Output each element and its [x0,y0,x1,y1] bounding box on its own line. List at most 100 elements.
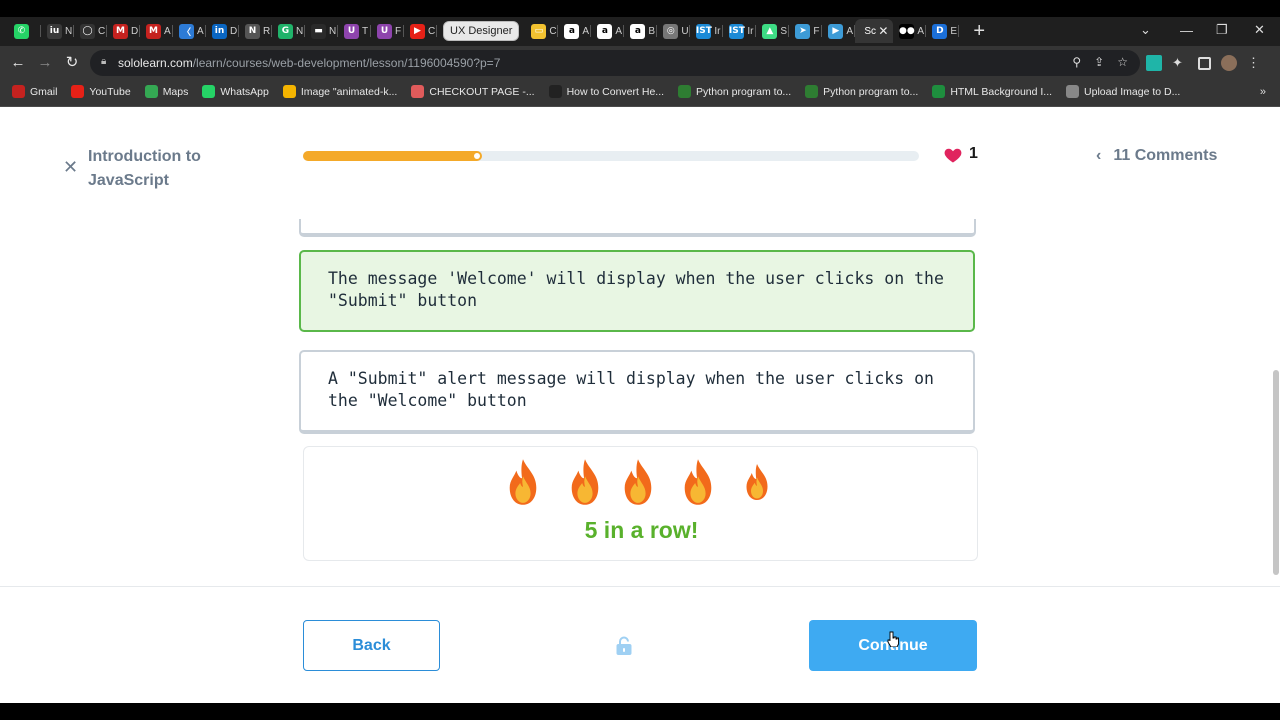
tab-title: A [615,25,623,37]
bookmark-item[interactable]: HTML Background I... [932,85,1052,98]
bookmark-item[interactable]: Python program to... [805,85,918,98]
heart-icon [944,148,962,163]
tab-favicon-icon: ▲ [762,23,778,39]
browser-tab[interactable]: ◎ U [657,19,691,43]
bookmark-item[interactable]: Upload Image to D... [1066,85,1180,98]
tab-favicon-icon: in [212,23,227,39]
bookmark-item[interactable]: Gmail [12,85,57,98]
browser-tab[interactable]: GN [272,19,305,43]
bookmark-item[interactable]: CHECKOUT PAGE -... [411,85,535,98]
bookmark-favicon-icon [678,85,692,98]
lesson-progress-fill [303,151,482,161]
restore-icon[interactable]: ❐ [1216,19,1228,41]
more-bookmarks-icon[interactable]: » [1260,86,1266,98]
tab-favicon-icon: a [564,23,580,39]
tab-favicon-icon: U [377,23,392,39]
back-arrow-icon[interactable]: ← [8,53,28,73]
window-close-icon[interactable]: ✕ [1254,19,1265,41]
extensions-puzzle-icon[interactable]: ✦ [1172,55,1188,71]
url-text: sololearn.com/learn/courses/web-developm… [118,56,501,70]
browser-tab[interactable]: DE [926,19,960,43]
comments-label: 11 Comments [1113,147,1218,164]
browser-tab[interactable]: NR [239,19,272,43]
browser-tab[interactable]: MD [107,19,140,43]
browser-tab[interactable]: ▲ S [756,19,790,43]
zoom-icon[interactable]: ⚲ [1072,55,1081,69]
tab-favicon-icon: iu [47,23,62,39]
page-scrollbar[interactable] [1272,107,1280,703]
back-button[interactable]: Back [303,620,440,671]
streak-label: 5 in a row! [584,517,699,543]
answer-option[interactable]: A "Submit" alert message will display wh… [299,350,975,434]
browser-tab[interactable]: ✆ [8,19,41,43]
browser-toolbar: ← → ↻ 🔒︎ sololearn.com/learn/courses/web… [0,46,1280,80]
browser-tab[interactable]: ▭ C [525,19,559,43]
streak-card: 5 in a row! [303,446,978,561]
bookmark-label: How to Convert He... [566,85,665,98]
browser-tab[interactable]: IST Ir [690,19,724,43]
answer-option-correct[interactable]: The message 'Welcome' will display when … [299,250,975,332]
active-tab[interactable]: Sc ✕ [855,19,894,43]
lives-count: 1 [969,145,978,162]
bookmark-item[interactable]: Maps [144,85,188,98]
share-icon[interactable]: ⇪ [1094,55,1104,69]
lesson-progress-dot [474,153,480,159]
tab-search-icon[interactable]: ⌄ [1140,19,1151,41]
menu-kebab-icon[interactable]: ⋮ [1247,55,1260,71]
tab-favicon-icon: N [245,23,260,39]
bookmark-star-icon[interactable]: ☆ [1117,55,1128,69]
tab-close-icon[interactable]: ✕ [878,24,888,38]
unlock-icon [616,636,632,655]
address-bar[interactable]: 🔒︎ sololearn.com/learn/courses/web-devel… [90,50,1140,76]
close-lesson-icon[interactable]: ✕ [63,158,78,176]
bookmark-favicon-icon [71,85,85,98]
browser-tab[interactable]: IST Ir [723,19,757,43]
browser-tab[interactable]: UT [338,19,371,43]
screen: ✆ iu N ◯ C M D M A 〈 Ain D N R G N ▬ N U T U F ▶ C UX Designer ▭ C… [0,0,1280,720]
browser-tab[interactable]: in D [206,19,239,43]
side-panel-icon[interactable] [1198,56,1211,70]
tab-favicon-icon: 〈 [179,23,194,39]
bookmark-item[interactable]: Python program to... [678,85,791,98]
page-scrollbar-thumb[interactable] [1273,370,1279,575]
browser-tab[interactable]: UF [371,19,404,43]
browser-tab[interactable]: ▶ A [822,19,856,43]
extension-r-icon[interactable] [1146,55,1162,71]
reload-icon[interactable]: ↻ [62,53,82,73]
browser-tab[interactable]: ◯ C [74,19,107,43]
bookmark-item[interactable]: How to Convert He... [548,85,665,98]
tab-favicon-icon: ➤ [795,23,811,39]
tab-title: C [98,25,106,37]
bookmark-item[interactable]: YouTube [71,85,131,98]
browser-tab[interactable]: aB [624,19,658,43]
browser-tab[interactable]: ▶ C [404,19,437,43]
comments-link[interactable]: ‹ 11 Comments [1096,147,1217,165]
tab-title: C [428,25,436,37]
bookmark-item[interactable]: WhatsApp [202,85,269,98]
bookmark-label: Gmail [30,85,58,98]
browser-tab[interactable]: MA [140,19,173,43]
tab-favicon-icon: ◯ [80,23,95,39]
tab-title: A [582,25,590,37]
browser-tab[interactable]: aA [591,19,625,43]
tab-title: A [917,25,925,37]
browser-tab[interactable]: aA [558,19,592,43]
browser-tab[interactable]: ➤ F [789,19,823,43]
bookmark-item[interactable]: Image "animated-k... [282,85,397,98]
tab-favicon-icon: ◎ [663,23,679,39]
browser-tab[interactable]: ●● A [893,19,927,43]
tab-title: T [362,25,369,37]
tab-title: D [131,25,139,37]
browser-tab[interactable]: ▬ N [305,19,338,43]
course-title[interactable]: Introduction to JavaScript [88,145,248,193]
tab-group-chip[interactable]: UX Designer [443,21,520,41]
browser-tab[interactable]: 〈 A [173,19,206,43]
profile-avatar[interactable] [1221,55,1237,71]
minimize-icon[interactable]: — [1180,19,1193,41]
new-tab-icon[interactable]: + [973,21,985,41]
tab-title: N [329,25,337,37]
bookmark-label: CHECKOUT PAGE -... [429,85,535,98]
bookmark-label: WhatsApp [220,85,269,98]
forward-arrow-icon[interactable]: → [35,53,55,73]
browser-tab[interactable]: iu N [41,19,74,43]
